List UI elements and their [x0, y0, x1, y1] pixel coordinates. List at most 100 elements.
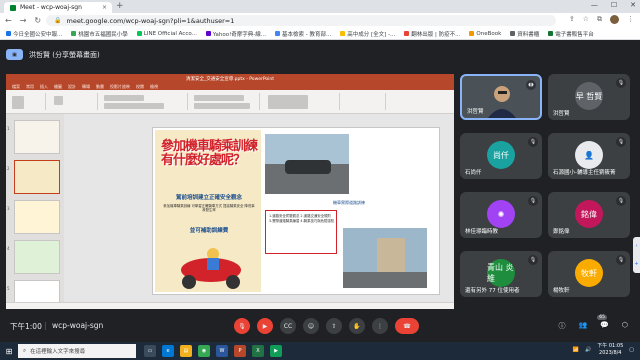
bookmark-favicon-icon — [510, 31, 516, 36]
close-window-button[interactable]: ✕ — [630, 1, 636, 9]
bookmark-item[interactable]: 基本檢索 - 教育部... — [275, 30, 331, 38]
editing-group — [342, 93, 386, 110]
lock-icon: 🔒 — [54, 17, 62, 24]
bookmark-favicon-icon — [469, 31, 475, 36]
bookmark-item[interactable]: 桃園市五福國民小學 — [71, 30, 128, 38]
ppt-ribbon — [6, 90, 454, 114]
reactions-button[interactable]: ☺ — [303, 318, 319, 334]
camera-off-button[interactable]: ▶ — [257, 318, 273, 334]
edge-icon[interactable]: e — [162, 345, 174, 357]
bookmark-star-icon[interactable]: ☆ — [583, 15, 589, 24]
chrome-icon[interactable]: ◉ — [198, 345, 210, 357]
captions-button[interactable]: CC — [280, 318, 296, 334]
tab-close-icon[interactable]: × — [102, 4, 107, 11]
slide-thumbnail — [14, 120, 60, 154]
bookmark-favicon-icon — [548, 31, 554, 36]
windows-taskbar: ⊞ ⌕ 在這裡輸入文字來搜尋 ▭ e ▤ ◉ W P X ▶ 📶 🔊 下午 01… — [0, 342, 640, 360]
ppt-tab: 檢視 — [150, 83, 158, 89]
notification-icon[interactable]: ▢ — [629, 347, 634, 353]
info-icon[interactable]: ⓘ — [558, 321, 565, 331]
ppt-tab: 校閱 — [136, 83, 144, 89]
participant-tile[interactable]: 銘偉 🎙 鄭銘偉 — [548, 192, 630, 238]
taskbar-search[interactable]: ⌕ 在這裡輸入文字來搜尋 — [18, 344, 136, 358]
mic-off-button[interactable]: 🎙 — [234, 318, 250, 334]
system-clock[interactable]: 下午 01:05 2023/8/4 — [597, 343, 623, 356]
powerpoint-icon[interactable]: P — [234, 345, 246, 357]
present-button[interactable]: ⇧ — [326, 318, 342, 334]
meet-header: ▣ 洪哲賢 (分享螢幕畫面) — [0, 40, 640, 73]
meeting-code: wcp-woaj-sgn — [52, 321, 104, 330]
shared-screen: 清潔安全_交通安全宣導.pptx - PowerPoint 檔案 常用 插入 繪圖 設計… — [6, 74, 454, 309]
profile-avatar[interactable] — [610, 15, 619, 24]
participant-avatar: 早 哲賢 — [575, 82, 603, 110]
extensions-icon[interactable]: ⧉ — [597, 15, 602, 24]
more-options-button[interactable]: ⋮ — [372, 318, 388, 334]
chat-icon[interactable]: 💬 — [600, 321, 609, 331]
slide-thumbnail — [14, 240, 60, 274]
raise-hand-button[interactable]: ✋ — [349, 318, 365, 334]
new-tab-button[interactable]: + — [116, 1, 124, 11]
ppt-tab: 投影片放映 — [110, 83, 130, 89]
meet-favicon-icon — [10, 4, 16, 11]
browser-tab-bar: Meet - wcp-woaj-sgn × + — ☐ ✕ — [0, 0, 640, 13]
system-tray: 📶 🔊 下午 01:05 2023/8/4 ▢ — [573, 343, 634, 356]
tab-title: Meet - wcp-woaj-sgn — [20, 4, 82, 11]
participant-tile[interactable]: 早 哲賢 🎙 洪哲賢 — [548, 74, 630, 120]
bookmark-label: 桃園市五福國民小學 — [78, 31, 128, 38]
maximize-button[interactable]: ☐ — [611, 1, 617, 9]
bookmark-item[interactable]: Yahoo!奇摩字典-線... — [205, 30, 266, 38]
ppt-ribbon-tabs: 檔案 常用 插入 繪圖 設計 轉場 動畫 投影片放映 校閱 檢視 — [6, 83, 454, 90]
minimize-button[interactable]: — — [591, 1, 598, 9]
add-icon: + — [634, 261, 639, 267]
participant-tile[interactable]: 尚仟 🎙 石尚仟 — [460, 133, 542, 179]
participant-tile[interactable]: 青山 炎維 🎙 還有另外 77 位使用者 — [460, 251, 542, 297]
font-format-row — [104, 103, 164, 109]
more-icon: ⋮ — [377, 322, 383, 330]
volume-icon[interactable]: 🔊 — [585, 347, 591, 353]
bookmark-label: 電子書販售平台 — [555, 31, 594, 38]
bookmark-item[interactable]: 高中成分 [全文] -... — [340, 30, 395, 38]
ppt-tab: 轉場 — [82, 83, 90, 89]
ppt-title-bar: 清潔安全_交通安全宣導.pptx - PowerPoint — [6, 74, 454, 83]
browser-menu-icon[interactable]: ⋮ — [627, 15, 634, 24]
file-explorer-icon[interactable]: ▤ — [180, 345, 192, 357]
meeting-time: 下午1:00 — [10, 322, 42, 331]
bookmark-label: OneBook — [476, 30, 502, 37]
participant-avatar: 銘偉 — [575, 200, 603, 228]
activities-icon[interactable]: ⬡ — [622, 321, 628, 331]
bookmark-item[interactable]: LINE Official Acco... — [136, 31, 197, 37]
address-bar[interactable]: 🔒 meet.google.com/wcp-woaj-sgn?pli=1&aut… — [46, 15, 556, 26]
paste-icon — [12, 96, 24, 109]
network-icon[interactable]: 📶 — [573, 347, 579, 353]
meet-icon[interactable]: ▶ — [270, 345, 282, 357]
bookmark-item[interactable]: 翻林出版 | 防疫不... — [404, 30, 460, 38]
participant-tile[interactable]: 牧軒 🎙 楊牧軒 — [548, 251, 630, 297]
expand-icon: › — [635, 243, 638, 249]
start-button[interactable]: ⊞ — [0, 342, 18, 360]
task-view-icon[interactable]: ▭ — [144, 345, 156, 357]
paragraph-row-1 — [194, 95, 244, 101]
leave-call-button[interactable]: ☎ — [395, 318, 419, 334]
participant-tile[interactable]: ✺ 🎙 林佳璟臨時教 — [460, 192, 542, 238]
word-icon[interactable]: W — [216, 345, 228, 357]
bookmark-item[interactable]: OneBook — [469, 31, 501, 37]
browser-tab[interactable]: Meet - wcp-woaj-sgn × — [4, 2, 112, 13]
paragraph-row-2 — [194, 103, 250, 109]
participant-name: 洪哲賢 — [467, 109, 484, 115]
share-icon[interactable]: ⇪ — [569, 15, 575, 24]
back-arrow-icon[interactable]: ← — [5, 16, 12, 25]
bookmark-item[interactable]: 電子書販售平台 — [548, 30, 594, 38]
bookmark-item[interactable]: 資料書櫃 — [510, 30, 539, 38]
forward-arrow-icon[interactable]: → — [20, 16, 27, 25]
people-icon[interactable]: 👥 — [578, 321, 587, 331]
bookmark-item[interactable]: 今日全國公安中報... — [6, 30, 62, 38]
present-icon: ⇧ — [331, 322, 337, 330]
excel-icon[interactable]: X — [252, 345, 264, 357]
ppt-tab: 設計 — [68, 83, 76, 89]
reload-icon[interactable]: ↻ — [34, 16, 41, 25]
new-slide-icon — [54, 96, 63, 105]
participant-tile[interactable]: 👤 🎙 石源國小-輔導主任劉筱菁 — [548, 133, 630, 179]
slide-thumbnail — [14, 200, 60, 234]
side-panel-handle[interactable]: › + — [633, 237, 640, 273]
participant-tile[interactable]: ◖◗ 洪哲賢 — [460, 74, 542, 120]
